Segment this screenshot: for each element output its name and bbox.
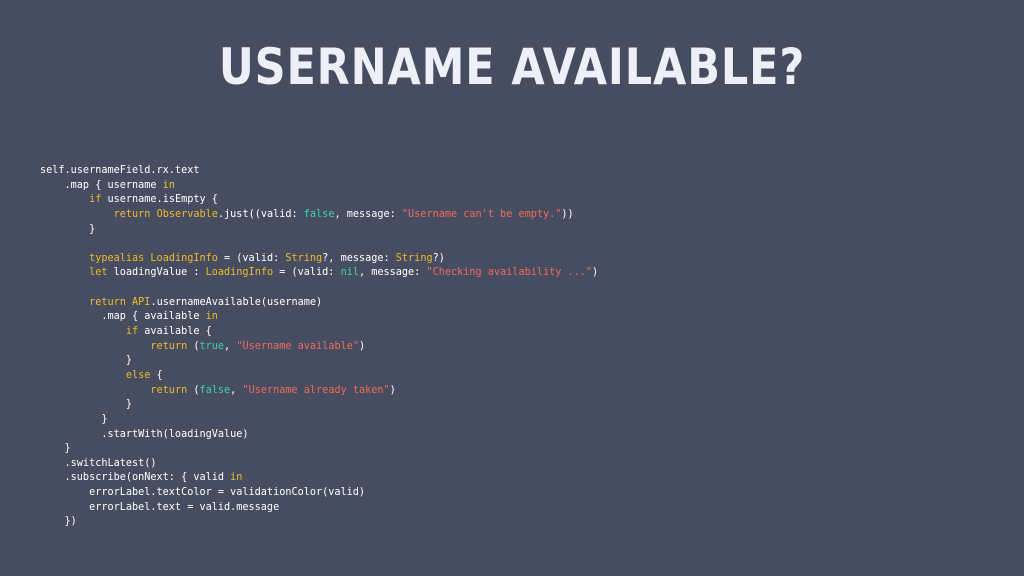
code-line: } [40,223,598,238]
code-token-plain: , message: [334,208,402,220]
code-token-lit: true [199,340,225,352]
code-token-str: "Username can't be empty." [401,208,562,220]
code-token-plain: ( [187,340,200,352]
code-token-str: "Username already taken" [242,384,390,396]
code-token-plain: .subscribe(onNext: { valid [40,472,231,484]
code-token-plain: } [40,355,133,367]
code-token-type: LoadingInfo [150,252,218,264]
code-line: let loadingValue : LoadingInfo = (valid:… [40,266,598,281]
code-token-plain: } [40,443,71,455]
code-token-type: LoadingInfo [205,267,274,279]
code-token-str: "Username available" [236,340,359,352]
code-token-plain: ) [359,340,366,352]
code-line: return API.usernameAvailable(username) [40,296,598,311]
slide-title: USERNAME AVAILABLE? [218,38,806,96]
code-token-kw: return [150,384,188,396]
code-token-plain: .usernameAvailable(username) [150,296,323,308]
code-token-plain: } [40,413,108,425]
code-token-plain: ) [592,267,599,279]
code-token-kw: return [150,340,188,352]
code-token-plain: )) [561,208,574,220]
code-token-plain: .just((valid: [217,208,304,220]
code-token-lit: false [303,208,335,220]
code-token-kw: else [125,369,151,381]
code-token-kw: in [230,472,243,484]
code-token-plain: available { [138,326,212,338]
code-token-kw: typealias [89,252,145,264]
code-line: } [40,354,598,369]
code-token-plain: { [150,369,163,381]
code-token-plain: loadingValue : [107,267,206,279]
code-line: return Observable.just((valid: false, me… [40,208,598,223]
code-token-kw: if [89,194,102,206]
code-token-plain: ( [187,384,200,396]
code-line: typealias LoadingInfo = (valid: String?,… [40,252,598,267]
code-token-lit: nil [340,267,359,279]
code-token-kw: return [113,208,151,220]
code-token-plain: , message: [358,267,427,279]
code-token-kw: let [89,267,108,279]
code-line: .startWith(loadingValue) [40,428,598,443]
code-line: } [40,413,598,428]
code-line: } [40,442,598,457]
code-line: errorLabel.text = valid.message [40,501,598,516]
code-token-type: String [285,252,323,264]
code-line: } [40,398,598,413]
code-token-type: API [132,296,151,308]
code-token-kw: return [89,296,126,308]
code-token-plain: ?) [432,252,445,264]
code-token-plain: .switchLatest() [40,457,157,469]
code-line: return (false, "Username already taken") [40,384,598,399]
code-token-plain: } [40,223,96,235]
code-token-plain: , [224,340,237,352]
code-token-plain: } [40,399,133,411]
code-token-plain: ?, message: [322,252,396,264]
code-line: if username.isEmpty { [40,193,598,208]
code-line: .map { username in [40,179,598,194]
code-line: errorLabel.textColor = validationColor(v… [40,486,598,501]
code-token-plain: username.isEmpty { [101,194,218,206]
code-token-plain: .map { username [40,179,163,191]
code-line: .map { available in [40,310,598,325]
code-token-plain: errorLabel.text = valid.message [40,501,280,513]
code-token-plain: .map { available [40,311,206,323]
code-token-kw: in [162,179,175,191]
code-block: self.usernameField.rx.text .map { userna… [40,164,598,530]
code-line: else { [40,369,598,384]
code-token-kw: in [205,311,218,323]
code-token-type: Observable [156,208,218,220]
code-line: self.usernameField.rx.text [40,164,598,179]
code-token-lit: false [199,384,231,396]
code-token-plain: self.usernameField.rx.text [40,165,200,176]
code-token-plain: = (valid: [217,252,286,264]
code-line: .subscribe(onNext: { valid in [40,471,598,486]
code-token-plain: = (valid: [273,267,341,279]
code-token-plain: .startWith(loadingValue) [40,428,249,440]
code-token-plain: ) [389,384,396,396]
code-token-plain: }) [40,516,77,528]
code-line: if available { [40,325,598,340]
code-token-str: "Checking availability ..." [426,267,593,279]
code-token-kw: if [125,326,139,338]
code-token-plain: , [230,384,243,396]
code-line: }) [40,515,598,530]
code-line: return (true, "Username available") [40,340,598,355]
code-line: .switchLatest() [40,457,598,472]
code-token-plain: errorLabel.textColor = validationColor(v… [40,487,366,499]
code-token-type: String [395,252,433,264]
